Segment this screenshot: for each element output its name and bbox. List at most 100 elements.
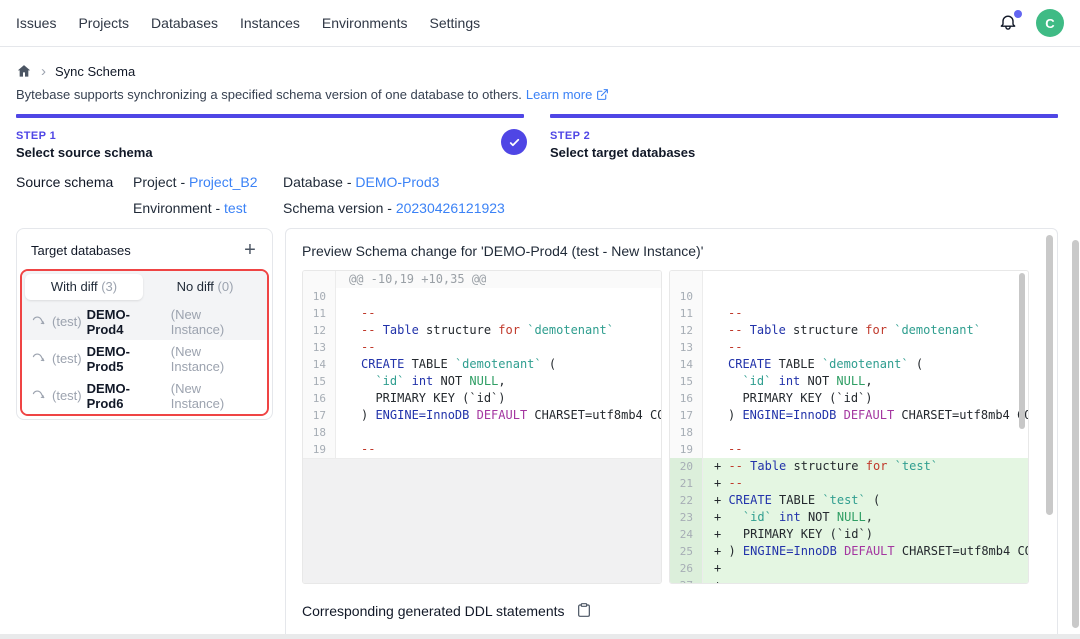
diff-line-20: 20+ -- Table structure for `test` xyxy=(670,458,1028,475)
step-2-title: Select target databases xyxy=(550,145,1058,160)
ddl-title: Corresponding generated DDL statements xyxy=(302,603,565,619)
db-environment: (test) xyxy=(52,314,82,329)
target-panel-header: Target databases + xyxy=(17,229,272,269)
step-1-label: STEP 1 xyxy=(16,130,524,142)
target-db-item-demo-prod4[interactable]: (test)DEMO-Prod4(New Instance) xyxy=(22,303,267,340)
add-target-database-button[interactable]: + xyxy=(238,238,262,262)
database-link[interactable]: DEMO-Prod3 xyxy=(355,174,439,190)
diff-tabs: With diff (3) No diff (0) xyxy=(22,271,267,303)
target-databases-panel: Target databases + With diff (3) No diff… xyxy=(16,228,273,420)
tab-with-diff-count: (3) xyxy=(101,279,117,294)
diff-line-10: 10 xyxy=(670,288,1028,305)
diff-line-12: 12-- Table structure for `demotenant` xyxy=(303,322,661,339)
mysql-dolphin-icon xyxy=(32,314,47,329)
notification-dot xyxy=(1014,10,1022,18)
source-schema-fields: Project - Project_B2 Database - DEMO-Pro… xyxy=(133,174,505,216)
learn-more-link[interactable]: Learn more xyxy=(526,87,592,102)
page-scrollbar-thumb[interactable] xyxy=(1072,240,1079,628)
main-nav: Issues Projects Databases Instances Environm… xyxy=(16,15,480,31)
preview-card: Preview Schema change for 'DEMO-Prod4 (t… xyxy=(285,228,1058,639)
diff-line-10: 10 xyxy=(303,288,661,305)
nav-item-environments[interactable]: Environments xyxy=(322,15,408,31)
nav-item-instances[interactable]: Instances xyxy=(240,15,300,31)
diff-line-23: 23+ `id` int NOT NULL, xyxy=(670,509,1028,526)
diff-scrollbar-thumb[interactable] xyxy=(1019,273,1025,429)
tab-no-diff-label: No diff xyxy=(177,279,218,294)
step-2-bar xyxy=(550,114,1058,118)
environment-field-name: Environment - xyxy=(133,200,224,216)
diff-line-19: 19-- xyxy=(303,441,661,458)
db-instance-note: (New Instance) xyxy=(171,307,257,337)
diff-line-22: 22+ CREATE TABLE `test` ( xyxy=(670,492,1028,509)
target-panel-title: Target databases xyxy=(31,243,131,258)
db-environment: (test) xyxy=(52,351,82,366)
db-instance-note: (New Instance) xyxy=(171,381,257,411)
target-db-item-demo-prod6[interactable]: (test) DEMO-Prod6(New Instance) xyxy=(22,377,267,414)
db-instance-note: (New Instance) xyxy=(171,344,257,374)
ddl-section-header: Corresponding generated DDL statements xyxy=(302,602,1029,620)
external-link-icon xyxy=(596,88,609,101)
db-name: DEMO-Prod5 xyxy=(87,344,166,374)
database-field-name: Database - xyxy=(283,174,355,190)
clipboard-icon xyxy=(576,602,592,618)
tab-with-diff[interactable]: With diff (3) xyxy=(25,274,143,300)
preview-scrollbar-thumb[interactable] xyxy=(1046,235,1053,515)
diff-pane-source: @@ -10,19 +10,35 @@1011--12-- Table stru… xyxy=(302,270,662,584)
nav-item-issues[interactable]: Issues xyxy=(16,15,56,31)
tab-with-diff-label: With diff xyxy=(51,279,101,294)
schema-version-field-name: Schema version - xyxy=(283,200,396,216)
diff-line-16: 16 PRIMARY KEY (`id`) xyxy=(670,390,1028,407)
environment-field: Environment - test xyxy=(133,200,283,216)
step-1-title: Select source schema xyxy=(16,145,524,160)
home-icon[interactable] xyxy=(16,63,32,79)
target-database-list: (test)DEMO-Prod4(New Instance)(test)DEMO… xyxy=(22,303,267,414)
diff-line-27: 27+ -- xyxy=(670,577,1028,584)
intro-sentence: Bytebase supports synchronizing a specif… xyxy=(16,87,522,102)
nav-item-projects[interactable]: Projects xyxy=(78,15,129,31)
diff-hunk-header: @@ -10,19 +10,35 @@ xyxy=(303,271,661,288)
notifications-button[interactable] xyxy=(998,12,1020,34)
nav-item-databases[interactable]: Databases xyxy=(151,15,218,31)
db-environment: (test) xyxy=(52,388,82,403)
schema-version-link[interactable]: 20230426121923 xyxy=(396,200,505,216)
diff-line-11: 11-- xyxy=(303,305,661,322)
database-field: Database - DEMO-Prod3 xyxy=(283,174,505,190)
copy-ddl-button[interactable] xyxy=(575,602,593,620)
top-nav: Issues Projects Databases Instances Environm… xyxy=(0,0,1080,47)
diff-line-26: 26+ xyxy=(670,560,1028,577)
chevron-right-icon: › xyxy=(41,64,46,79)
page-title: Sync Schema xyxy=(55,64,135,79)
nav-right: C xyxy=(998,9,1064,37)
mysql-dolphin-icon xyxy=(32,388,47,403)
intro-text: Bytebase supports synchronizing a specif… xyxy=(16,87,1058,102)
diff-line-21: 21+ -- xyxy=(670,475,1028,492)
tab-no-diff[interactable]: No diff (0) xyxy=(146,274,264,300)
step-2-label: STEP 2 xyxy=(550,130,1058,142)
breadcrumb: › Sync Schema xyxy=(16,63,1058,79)
environment-link[interactable]: test xyxy=(224,200,247,216)
diff-line-18: 18 xyxy=(670,424,1028,441)
diff-line-13: 13-- xyxy=(670,339,1028,356)
target-list-highlight-box: With diff (3) No diff (0) (test)DEMO-Pro… xyxy=(20,269,269,416)
diff-line-18: 18 xyxy=(303,424,661,441)
project-field-name: Project - xyxy=(133,174,189,190)
tab-no-diff-count: (0) xyxy=(218,279,234,294)
diff-line-15: 15 `id` int NOT NULL, xyxy=(303,373,661,390)
step-1: STEP 1 Select source schema xyxy=(16,114,524,160)
nav-item-settings[interactable]: Settings xyxy=(430,15,481,31)
diff-line-12: 12-- Table structure for `demotenant` xyxy=(670,322,1028,339)
target-db-item-demo-prod5[interactable]: (test) DEMO-Prod5(New Instance) xyxy=(22,340,267,377)
check-icon xyxy=(508,136,521,149)
step-1-done-badge xyxy=(501,129,527,155)
project-link[interactable]: Project_B2 xyxy=(189,174,257,190)
preview-title: Preview Schema change for 'DEMO-Prod4 (t… xyxy=(302,243,1029,259)
step-1-bar xyxy=(16,114,524,118)
schema-version-field: Schema version - 20230426121923 xyxy=(283,200,505,216)
diff-line-19: 19-- xyxy=(670,441,1028,458)
diff-empty-filler xyxy=(303,458,661,583)
db-name: DEMO-Prod6 xyxy=(87,381,166,411)
avatar[interactable]: C xyxy=(1036,9,1064,37)
schema-diff-view: @@ -10,19 +10,35 @@1011--12-- Table stru… xyxy=(302,270,1029,584)
diff-pane-target: 1011--12-- Table structure for `demotena… xyxy=(669,270,1029,584)
diff-line-17: 17) ENGINE=InnoDB DEFAULT CHARSET=utf8mb… xyxy=(670,407,1028,424)
